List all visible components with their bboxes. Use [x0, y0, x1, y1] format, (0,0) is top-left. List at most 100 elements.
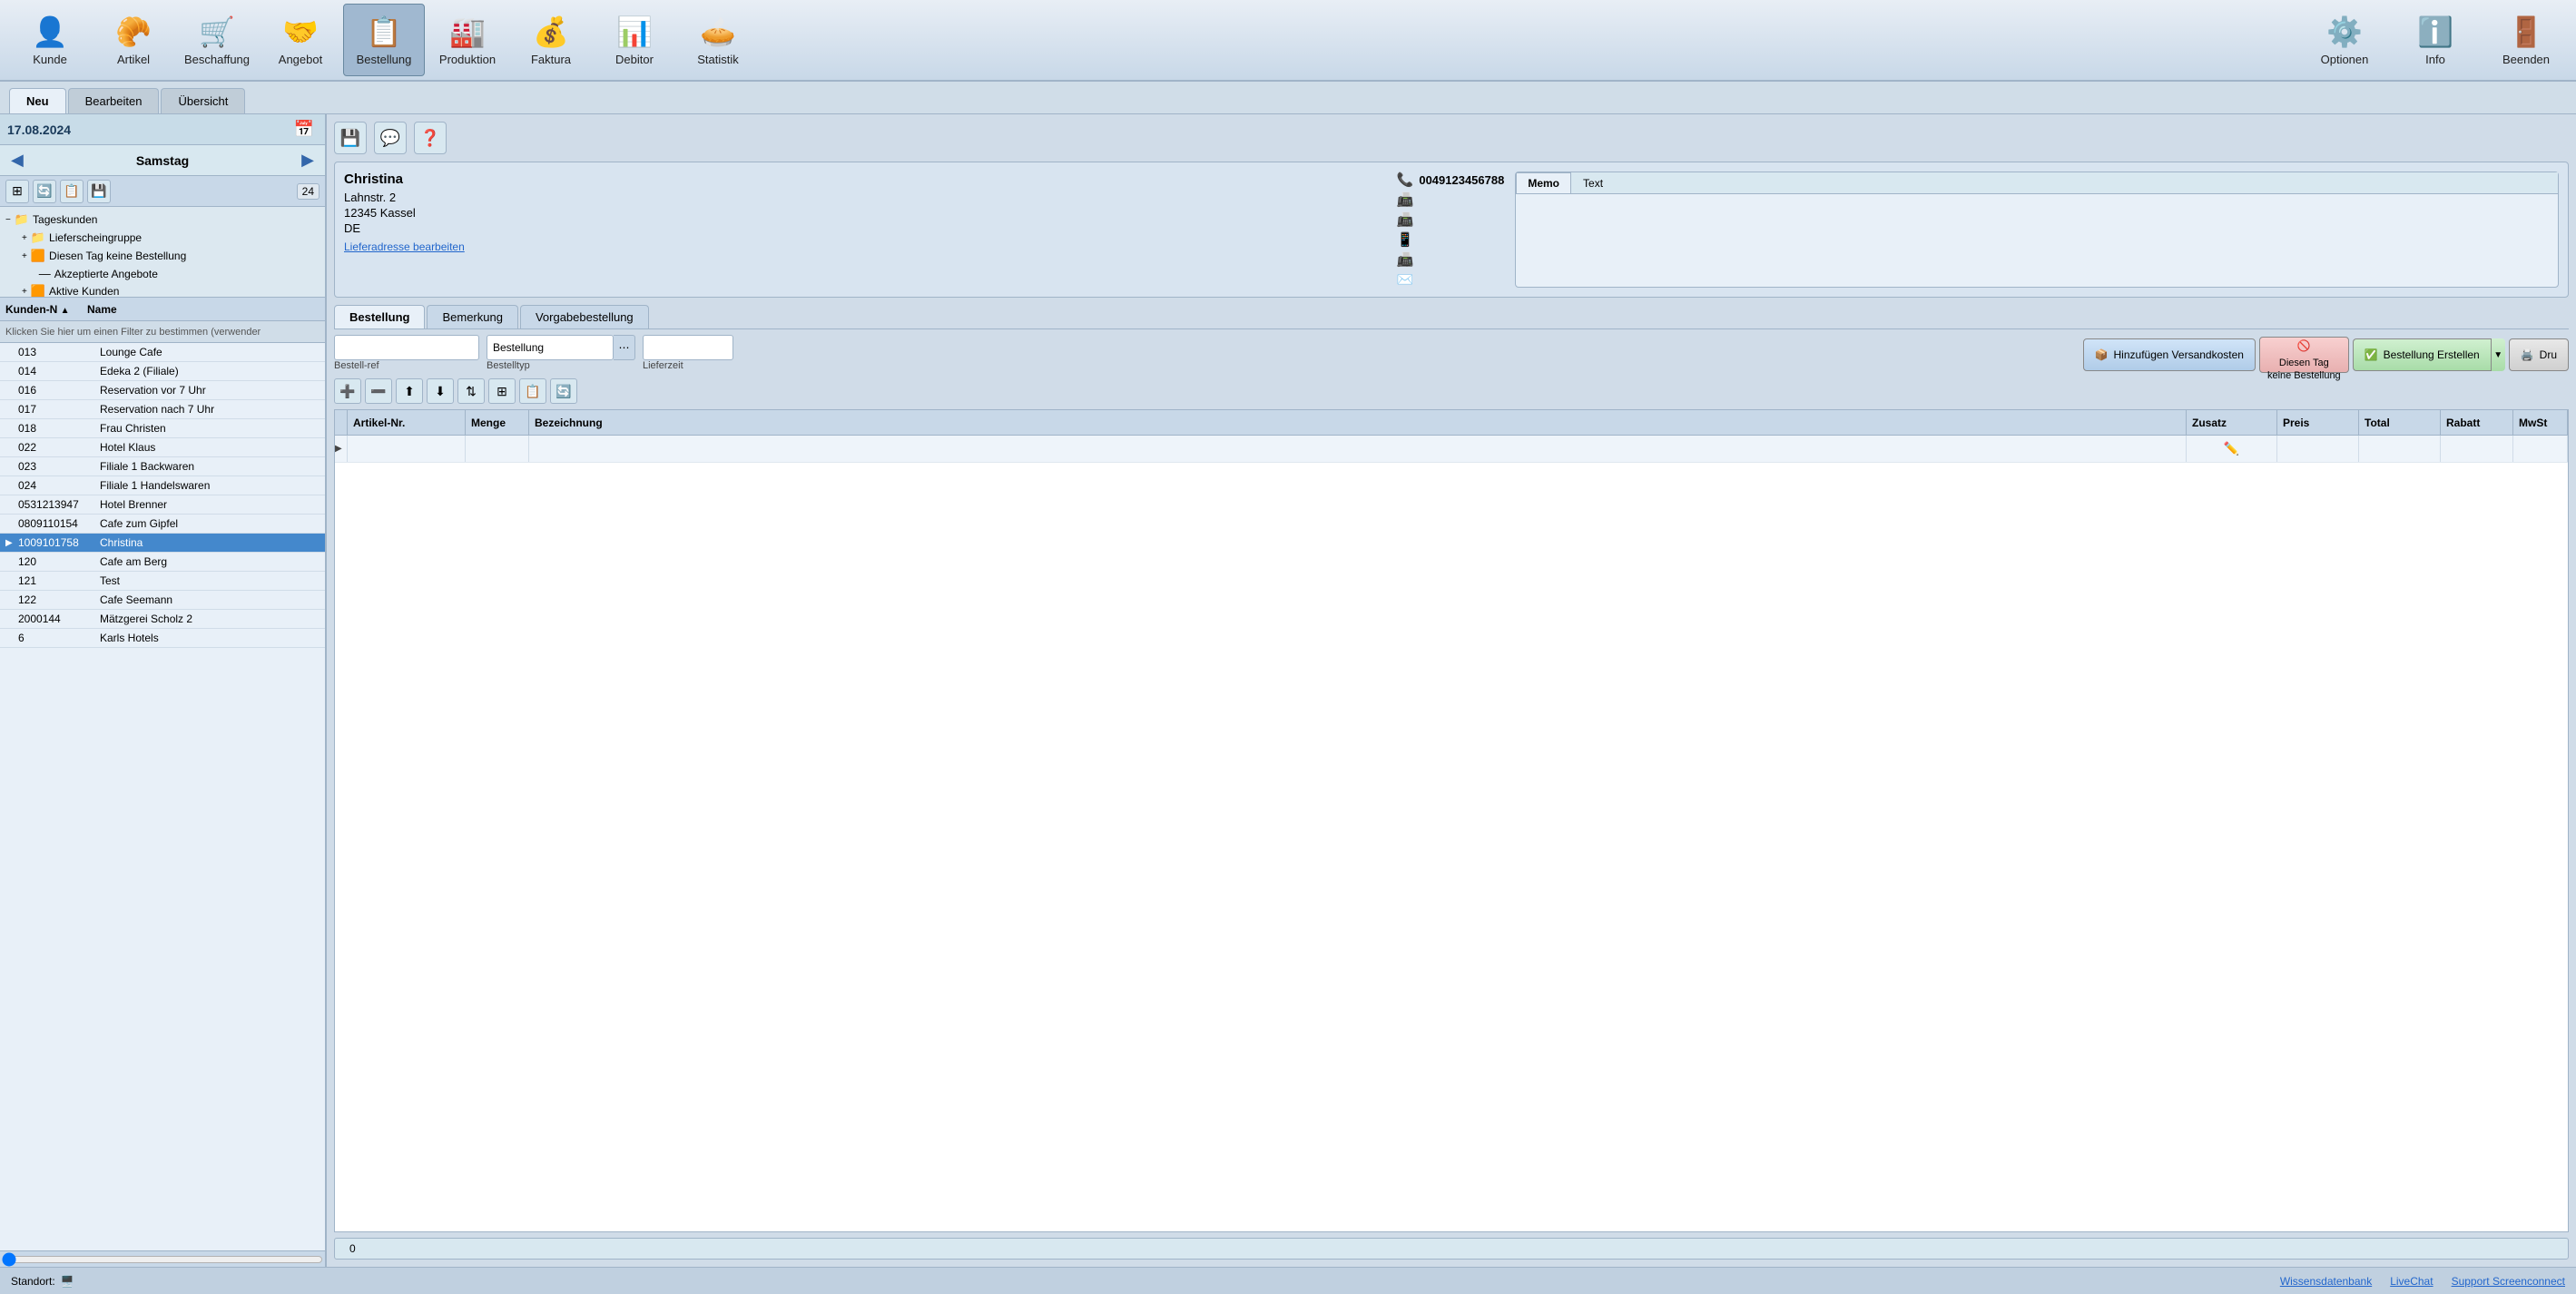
- beschaffung-icon: 🛒: [199, 15, 235, 49]
- bestellung-erstellen-dropdown[interactable]: ▼: [2491, 338, 2505, 371]
- customer-list-item[interactable]: 120 Cafe am Berg: [0, 553, 325, 572]
- toolbar-info[interactable]: ℹ️ Info: [2394, 4, 2476, 76]
- tab-bearbeiten[interactable]: Bearbeiten: [68, 88, 160, 113]
- order-tab-vorgabe[interactable]: Vorgabebestellung: [520, 305, 649, 328]
- livechat-link[interactable]: LiveChat: [2390, 1275, 2433, 1288]
- tree-tageskunden[interactable]: − 📁 Tageskunden: [0, 211, 325, 229]
- customer-list-item[interactable]: 122 Cafe Seemann: [0, 591, 325, 610]
- customer-list-item[interactable]: 013 Lounge Cafe: [0, 343, 325, 362]
- cust-name: Hotel Brenner: [100, 498, 320, 511]
- toolbar-faktura[interactable]: 💰 Faktura: [510, 4, 592, 76]
- lieferzeit-input[interactable]: [643, 335, 733, 360]
- tree-lieferscheingruppe[interactable]: + 📁 Lieferscheingruppe: [0, 229, 325, 247]
- move-down-button[interactable]: ⬇: [427, 378, 454, 404]
- bestellung-erstellen-button[interactable]: ✅ Bestellung Erstellen: [2353, 338, 2491, 371]
- right-panel: 💾 💬 ❓ Christina Lahnstr. 2 12345 Kassel …: [327, 114, 2576, 1267]
- order-tab-bemerkung[interactable]: Bemerkung: [427, 305, 517, 328]
- versandkosten-button[interactable]: 📦 Hinzufügen Versandkosten: [2083, 338, 2256, 371]
- toolbar-artikel[interactable]: 🥐 Artikel: [93, 4, 174, 76]
- tab-neu[interactable]: Neu: [9, 88, 66, 113]
- toolbar-angebot[interactable]: 🤝 Angebot: [260, 4, 341, 76]
- filter-row[interactable]: Klicken Sie hier um einen Filter zu best…: [0, 321, 325, 343]
- drucken-button[interactable]: 🖨️ Dru: [2509, 338, 2569, 371]
- customer-list-item[interactable]: 2000144 Mätzgerei Scholz 2: [0, 610, 325, 629]
- customer-list-item[interactable]: 121 Test: [0, 572, 325, 591]
- calendar-button[interactable]: 📅: [290, 120, 318, 139]
- toolbar-optionen[interactable]: ⚙️ Optionen: [2304, 4, 2385, 76]
- help-button[interactable]: ❓: [414, 122, 447, 154]
- left-scroll-bottom[interactable]: [0, 1250, 325, 1267]
- move-up-button[interactable]: ⬆: [396, 378, 423, 404]
- memo-textarea[interactable]: [1521, 200, 2552, 281]
- add-row-button[interactable]: ➕: [334, 378, 361, 404]
- toolbar-debitor[interactable]: 📊 Debitor: [594, 4, 675, 76]
- left-tool-refresh[interactable]: 🔄: [33, 180, 56, 203]
- order-tab-bestellung[interactable]: Bestellung: [334, 305, 425, 328]
- memo-tab-memo[interactable]: Memo: [1516, 172, 1571, 193]
- bestelltyp-dropdown[interactable]: ⋯: [614, 335, 635, 360]
- prev-day-button[interactable]: ◀: [11, 151, 24, 170]
- standort-label: Standort:: [11, 1275, 55, 1288]
- left-tool-copy[interactable]: 📋: [60, 180, 84, 203]
- td-menge: [466, 436, 529, 462]
- tree-keinbestellung[interactable]: + 🟧 Diesen Tag keine Bestellung: [0, 247, 325, 265]
- customer-list-item[interactable]: 018 Frau Christen: [0, 419, 325, 438]
- next-day-button[interactable]: ▶: [301, 151, 314, 170]
- artikel-nr-input[interactable]: [353, 443, 459, 456]
- comment-button[interactable]: 💬: [374, 122, 407, 154]
- tab-uebersicht[interactable]: Übersicht: [161, 88, 245, 113]
- toolbar-kunde[interactable]: 👤 Kunde: [9, 4, 91, 76]
- left-tool-save[interactable]: 💾: [87, 180, 111, 203]
- col-header-name[interactable]: Name: [82, 303, 325, 316]
- bestelltyp-group: ⋯ Bestelltyp: [487, 335, 635, 373]
- th-zusatz: Zusatz: [2187, 410, 2277, 435]
- customer-list-item[interactable]: 6 Karls Hotels: [0, 629, 325, 648]
- bestelltyp-input[interactable]: [487, 335, 614, 360]
- wissensdatenbank-link[interactable]: Wissensdatenbank: [2280, 1275, 2372, 1288]
- toolbar-statistik[interactable]: 🥧 Statistik: [677, 4, 759, 76]
- refresh-button[interactable]: 🔄: [550, 378, 577, 404]
- tree-aktive[interactable]: + 🟧 Aktive Kunden: [0, 282, 325, 298]
- sort-button[interactable]: ⇅: [457, 378, 485, 404]
- progress-bar: 0: [334, 1238, 2569, 1260]
- tree-icon-lieferscheingruppe: 📁: [31, 230, 45, 245]
- remove-row-button[interactable]: ➖: [365, 378, 392, 404]
- customer-list-item[interactable]: 016 Reservation vor 7 Uhr: [0, 381, 325, 400]
- copy-button[interactable]: 📋: [519, 378, 546, 404]
- cust-id: 0531213947: [18, 498, 100, 511]
- lieferadresse-link[interactable]: Lieferadresse bearbeiten: [344, 240, 465, 253]
- cust-id: 013: [18, 346, 100, 358]
- customer-list-item[interactable]: ▶ 1009101758 Christina: [0, 534, 325, 553]
- zusatz-edit-icon[interactable]: ✏️: [2224, 441, 2239, 456]
- menge-input[interactable]: [471, 443, 523, 456]
- toolbar-produktion[interactable]: 🏭 Produktion: [427, 4, 508, 76]
- customer-list-item[interactable]: 014 Edeka 2 (Filiale): [0, 362, 325, 381]
- bezeichnung-input[interactable]: [535, 443, 2180, 456]
- cust-id: 016: [18, 384, 100, 397]
- toolbar-beenden[interactable]: 🚪 Beenden: [2485, 4, 2567, 76]
- customer-list-item[interactable]: 022 Hotel Klaus: [0, 438, 325, 457]
- keine-bestellung-button[interactable]: 🚫 Diesen Tag keine Bestellung: [2259, 337, 2349, 373]
- tab-bar: Neu Bearbeiten Übersicht: [0, 82, 2576, 114]
- customer-list-item[interactable]: 023 Filiale 1 Backwaren: [0, 457, 325, 476]
- customer-list-item[interactable]: 0809110154 Cafe zum Gipfel: [0, 515, 325, 534]
- horizontal-scrollbar[interactable]: [2, 1254, 323, 1265]
- td-artikel-nr: [348, 436, 466, 462]
- customer-list-item[interactable]: 017 Reservation nach 7 Uhr: [0, 400, 325, 419]
- save-button[interactable]: 💾: [334, 122, 367, 154]
- toolbar-right: ⚙️ Optionen ℹ️ Info 🚪 Beenden: [2304, 4, 2567, 76]
- grid-button[interactable]: ⊞: [488, 378, 516, 404]
- left-tool-grid[interactable]: ⊞: [5, 180, 29, 203]
- cust-name: Reservation nach 7 Uhr: [100, 403, 320, 416]
- col-header-kundennr[interactable]: Kunden-N ▲: [0, 303, 82, 316]
- toolbar-beschaffung[interactable]: 🛒 Beschaffung: [176, 4, 258, 76]
- fax3-icon: 📠: [1397, 251, 1414, 268]
- support-link[interactable]: Support Screenconnect: [2452, 1275, 2565, 1288]
- memo-tab-text[interactable]: Text: [1571, 172, 1615, 193]
- toolbar-bestellung[interactable]: 📋 Bestellung: [343, 4, 425, 76]
- tree-akzeptiert[interactable]: — Akzeptierte Angebote: [0, 265, 325, 282]
- td-total: [2359, 436, 2441, 462]
- bestell-ref-input[interactable]: [334, 335, 479, 360]
- customer-list-item[interactable]: 024 Filiale 1 Handelswaren: [0, 476, 325, 495]
- customer-list-item[interactable]: 0531213947 Hotel Brenner: [0, 495, 325, 515]
